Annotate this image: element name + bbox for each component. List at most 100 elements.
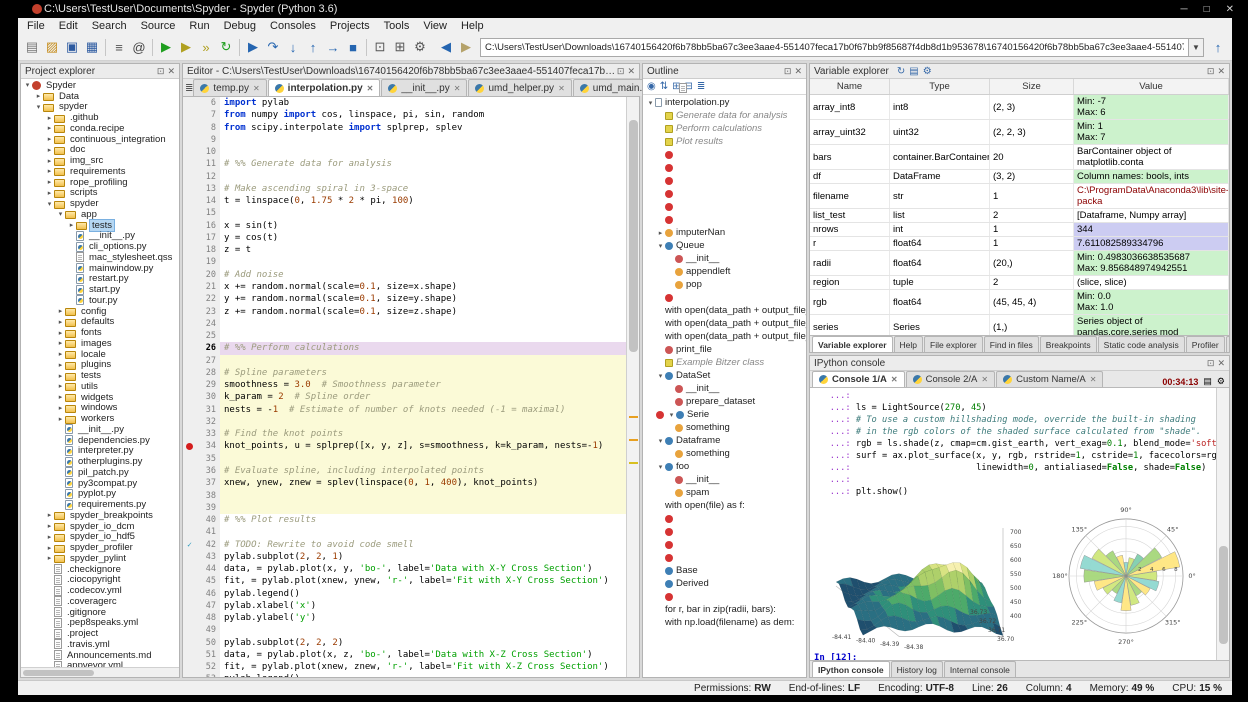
run-cell-advance-button[interactable]: »	[196, 37, 216, 58]
outline-item-spam[interactable]: spam	[643, 486, 806, 499]
outline-item-with-open-data-path-output-file-n-[interactable]: with open(data_path + output_file_n...	[643, 330, 806, 343]
tree-item-spyder[interactable]: ▾spyder	[21, 102, 179, 113]
code-line[interactable]: 12	[183, 171, 626, 183]
tree-item-widgets[interactable]: ▸widgets	[21, 392, 179, 403]
variables-close-button[interactable]: ✕	[1217, 66, 1225, 77]
code-line[interactable]: 39	[183, 502, 626, 514]
tree-item--coveragerc[interactable]: .coveragerc	[21, 596, 179, 607]
options-gear-icon[interactable]: ⚙	[923, 66, 932, 77]
code-line[interactable]: 16x = sin(t)	[183, 220, 626, 232]
code-line[interactable]: 22y += random.normal(scale=0.1, size=y.s…	[183, 293, 626, 305]
code-line[interactable]: 49	[183, 624, 626, 636]
pane-tab-static-code-analysis[interactable]: Static code analysis	[1098, 336, 1185, 352]
tree-item--project[interactable]: .project	[21, 628, 179, 639]
code-line[interactable]: 6import pylab	[183, 97, 626, 109]
outline-item-generate-data-for-analysis[interactable]: Generate data for analysis	[643, 109, 806, 122]
code-line[interactable]: 28# Spline parameters	[183, 367, 626, 379]
tree-item--codecov-yml[interactable]: .codecov.yml	[21, 585, 179, 596]
tab-close-icon[interactable]: ✕	[981, 375, 988, 384]
menu-edit[interactable]: Edit	[52, 20, 85, 32]
outline-item[interactable]	[643, 590, 806, 603]
outline-item-prepare-dataset[interactable]: prepare_dataset	[643, 395, 806, 408]
code-line[interactable]: 15	[183, 207, 626, 219]
maximize-button[interactable]: □	[1204, 4, 1210, 15]
bottom-tab-history-log[interactable]: History log	[891, 661, 943, 677]
outline-item[interactable]	[643, 291, 806, 304]
code-line[interactable]: 46pylab.legend()	[183, 588, 626, 600]
outline-item-serie[interactable]: ▾Serie	[643, 408, 806, 421]
code-line[interactable]: 14t = linspace(0, 1.75 * 2 * pi, 100)	[183, 195, 626, 207]
tree-item-spyder-profiler[interactable]: ▸spyder_profiler	[21, 542, 179, 553]
find-symbols-button[interactable]: @	[129, 37, 149, 58]
outline-item-something[interactable]: something	[643, 447, 806, 460]
outline-item-with-open-data-path-output-file-n-[interactable]: with open(data_path + output_file_n...	[643, 304, 806, 317]
import-data-icon[interactable]: ▤	[909, 66, 918, 77]
variable-row-rgb[interactable]: rgbfloat64(45, 45, 4)Min: 0.0 Max: 1.0	[810, 290, 1229, 315]
variable-row-df[interactable]: dfDataFrame(3, 2)Column names: bools, in…	[810, 170, 1229, 184]
code-line[interactable]: 34knot_points, u = splprep([x, y, z], s=…	[183, 440, 626, 452]
console-list-icon[interactable]: ▤	[1203, 376, 1212, 387]
tree-item-windows[interactable]: ▸windows	[21, 403, 179, 414]
tree-item-pil-patch-py[interactable]: pil_patch.py	[21, 467, 179, 478]
console-scrollbar[interactable]	[1216, 388, 1229, 660]
run-cell-button[interactable]: ▶	[176, 37, 196, 58]
code-line[interactable]: 8from scipy.interpolate import splprep, …	[183, 122, 626, 134]
code-line[interactable]: 25	[183, 330, 626, 342]
console-tab-custom-name-a[interactable]: Custom Name/A✕	[996, 371, 1103, 387]
tree-item-restart-py[interactable]: restart.py	[21, 274, 179, 285]
variable-row-array_int8[interactable]: array_int8int8(2, 3)Min: -7 Max: 6	[810, 95, 1229, 120]
stop-button[interactable]: ■	[343, 37, 363, 58]
outline-item-something[interactable]: something	[643, 421, 806, 434]
column-header-size[interactable]: Size	[990, 79, 1074, 94]
code-line[interactable]: 40# %% Plot results	[183, 514, 626, 526]
pane-tab-variable-explorer[interactable]: Variable explorer	[812, 336, 893, 352]
code-line[interactable]: 11# %% Generate data for analysis	[183, 158, 626, 170]
tree-item-img-src[interactable]: ▸img_src	[21, 155, 179, 166]
tree-item-requirements-py[interactable]: requirements.py	[21, 499, 179, 510]
code-line[interactable]: 17y = cos(t)	[183, 232, 626, 244]
code-line[interactable]: 27	[183, 355, 626, 367]
re-run-button[interactable]: ↻	[216, 37, 236, 58]
outline-item--init-[interactable]: __init__	[643, 252, 806, 265]
tree-item-spyder-pylint[interactable]: ▸spyder_pylint	[21, 553, 179, 564]
code-line[interactable]: 47pylab.xlabel('x')	[183, 600, 626, 612]
code-line[interactable]: 45fit, = pylab.plot(xnew, ynew, 'r-', la…	[183, 575, 626, 587]
browse-tabs-button[interactable]: ≣	[185, 80, 193, 96]
variable-row-array_uint32[interactable]: array_uint32uint32(2, 2, 3)Min: 1 Max: 7	[810, 120, 1229, 145]
tree-item-data[interactable]: ▸Data	[21, 91, 179, 102]
close-button[interactable]: ✕	[1226, 4, 1234, 15]
outline-item[interactable]	[643, 213, 806, 226]
menu-search[interactable]: Search	[85, 20, 134, 32]
code-line[interactable]: 19	[183, 256, 626, 268]
maximize-pane-button[interactable]: ⊡	[370, 37, 390, 58]
tree-item--checkignore[interactable]: .checkignore	[21, 564, 179, 575]
tree-item-spyder[interactable]: ▾Spyder	[21, 80, 179, 91]
back-button[interactable]: ◀	[436, 37, 456, 58]
menu-run[interactable]: Run	[182, 20, 216, 32]
code-line[interactable]: 21x += random.normal(scale=0.1, size=x.s…	[183, 281, 626, 293]
tree-item-doc[interactable]: ▸doc	[21, 145, 179, 156]
tree-item-spyder-io-hdf5[interactable]: ▸spyder_io_hdf5	[21, 532, 179, 543]
tree-item-pyplot-py[interactable]: pyplot.py	[21, 489, 179, 500]
tree-item-scripts[interactable]: ▸scripts	[21, 188, 179, 199]
outline-item-appendleft[interactable]: appendleft	[643, 265, 806, 278]
tree-item-cli-options-py[interactable]: cli_options.py	[21, 241, 179, 252]
working-directory-input[interactable]	[480, 38, 1189, 57]
console-tab-console-2-a[interactable]: Console 2/A✕	[906, 371, 995, 387]
tree-item-defaults[interactable]: ▸defaults	[21, 317, 179, 328]
debug-button[interactable]: ▶	[243, 37, 263, 58]
outline-item[interactable]	[643, 551, 806, 564]
outline-item-pop[interactable]: pop	[643, 278, 806, 291]
console-input-prompt[interactable]: In [12]:	[814, 653, 1216, 660]
project-horizontal-scrollbar[interactable]	[21, 667, 179, 677]
code-line[interactable]: 44data, = pylab.plot(x, y, 'bo-', label=…	[183, 563, 626, 575]
step-over-button[interactable]: ↷	[263, 37, 283, 58]
code-line[interactable]: 37xnew, ynew, znew = splev(linspace(0, 1…	[183, 477, 626, 489]
editor-undock-button[interactable]: ⊡	[617, 66, 625, 77]
outline-item[interactable]	[643, 538, 806, 551]
code-line[interactable]: 23z += random.normal(scale=0.1, size=z.s…	[183, 306, 626, 318]
tree-item-announcements-md[interactable]: Announcements.md	[21, 650, 179, 661]
variable-row-filename[interactable]: filenamestr1C:\ProgramData\Anaconda3\lib…	[810, 184, 1229, 209]
tree-item-conda-recipe[interactable]: ▸conda.recipe	[21, 123, 179, 134]
project-undock-button[interactable]: ⊡	[157, 66, 165, 77]
